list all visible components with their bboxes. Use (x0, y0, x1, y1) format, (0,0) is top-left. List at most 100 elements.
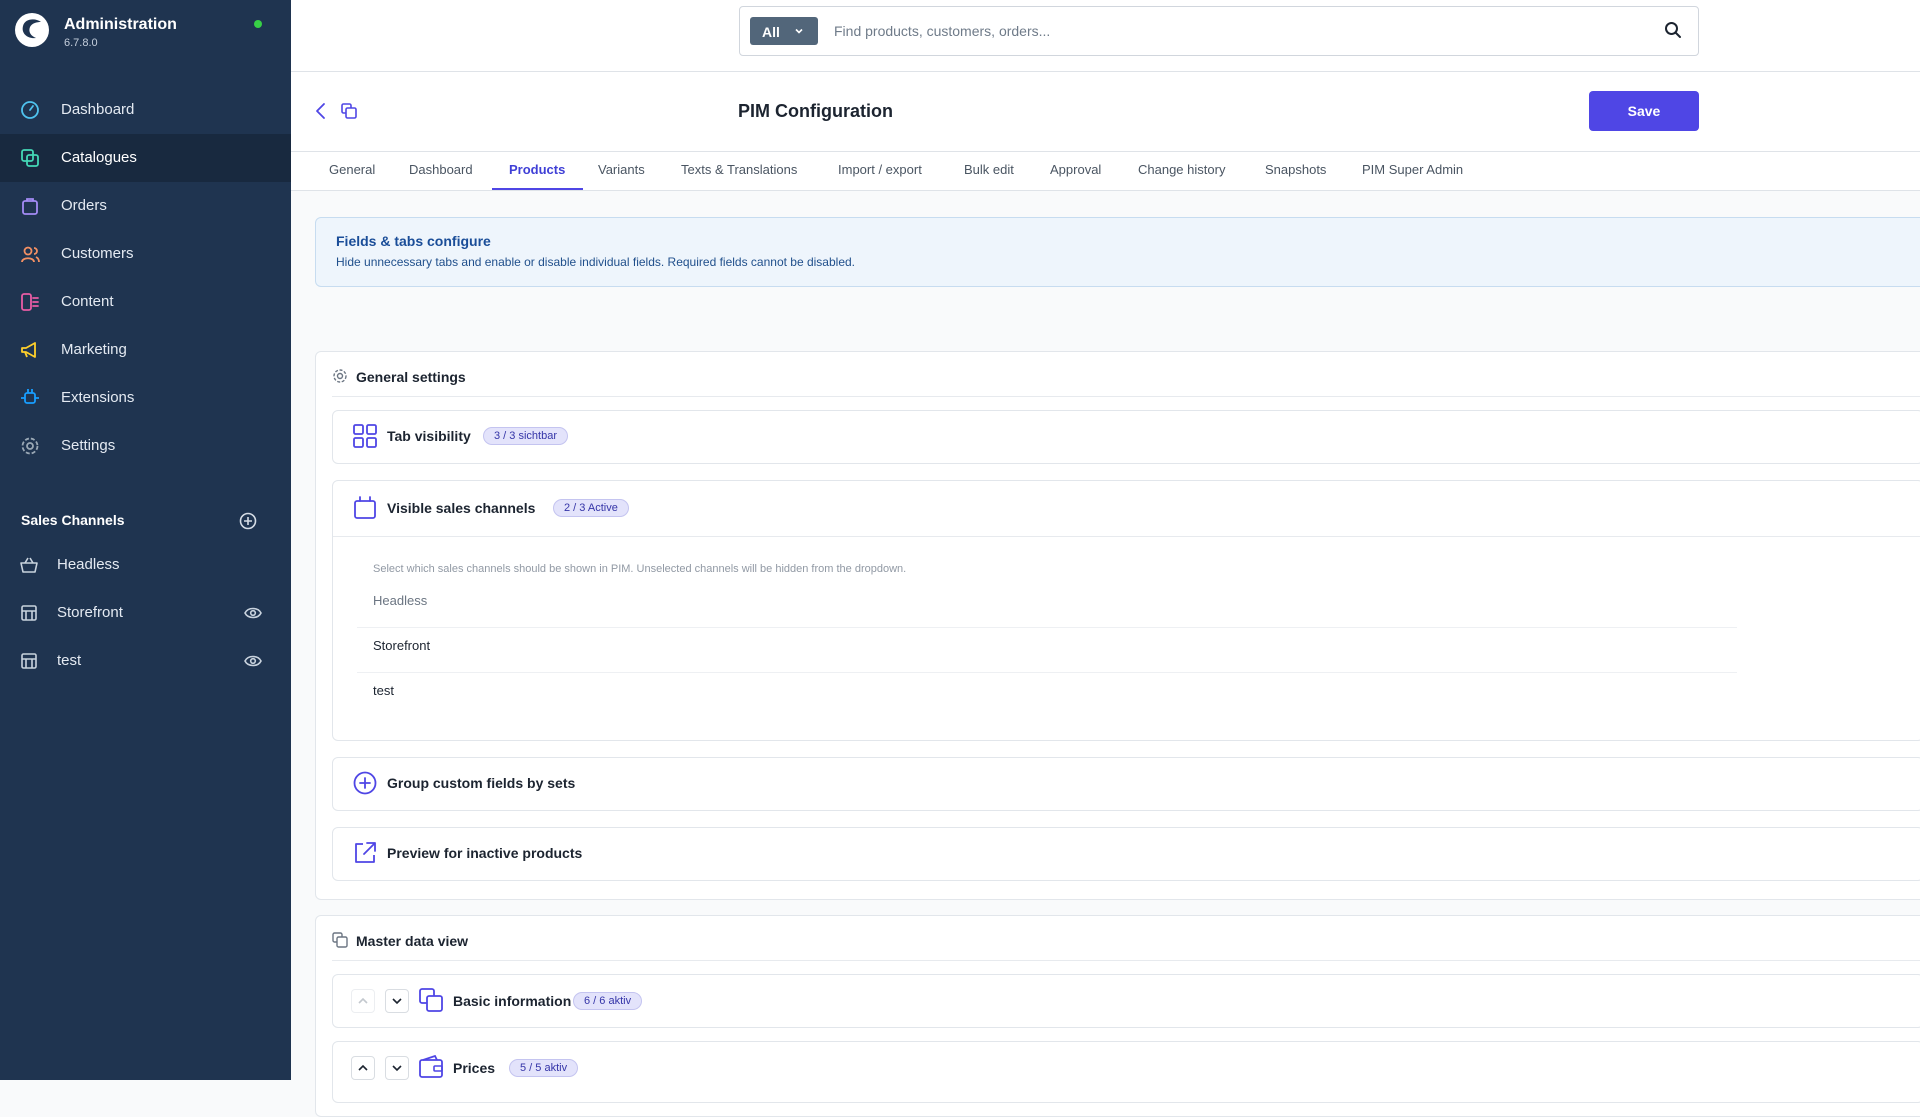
nav-item-dashboard[interactable]: Dashboard (0, 86, 291, 134)
nav-label: Customers (61, 245, 134, 262)
preview-inactive-label: Preview for inactive products (387, 845, 583, 861)
brand-version: 6.7.8.0 (64, 37, 98, 49)
move-down-button[interactable] (385, 1056, 409, 1080)
chevron-down-icon (392, 998, 402, 1005)
dashboard-icon (21, 101, 39, 119)
copy-icon (332, 932, 348, 948)
nav-item-content[interactable]: Content (0, 278, 291, 326)
sales-channels-title: Sales Channels (21, 512, 125, 528)
tab-visibility-badge: 3 / 3 sichtbar (483, 427, 568, 445)
gear-icon (333, 369, 347, 383)
customers-icon (21, 246, 40, 263)
nav-label: Orders (61, 197, 107, 214)
storefront-icon (21, 605, 37, 621)
duplicate-icon[interactable] (340, 102, 358, 120)
active-tab-indicator (492, 188, 583, 190)
marketing-icon (21, 342, 36, 358)
search-input[interactable] (832, 19, 1636, 43)
basket-icon (20, 557, 38, 573)
brand: Administration 6.7.8.0 (14, 12, 274, 56)
save-button[interactable]: Save (1589, 91, 1699, 131)
content-icon (21, 293, 39, 311)
tab-products[interactable]: Products (509, 162, 565, 177)
tab-import-export[interactable]: Import / export (838, 162, 922, 177)
global-search: All (739, 6, 1699, 56)
info-text: Hide unnecessary tabs and enable or disa… (336, 255, 855, 269)
move-up-button[interactable] (351, 989, 375, 1013)
visible-sales-channels-panel: Visible sales channels 2 / 3 Active Sele… (332, 480, 1920, 741)
nav-label: Settings (61, 437, 116, 454)
search-type-label: All (762, 24, 780, 40)
tab-approval[interactable]: Approval (1050, 162, 1101, 177)
shopware-logo-icon (15, 13, 49, 47)
group-custom-fields-row[interactable]: Group custom fields by sets (332, 757, 1920, 811)
group-custom-fields-label: Group custom fields by sets (387, 775, 576, 791)
tab-change-history[interactable]: Change history (1138, 162, 1225, 177)
external-link-icon (355, 842, 376, 863)
sales-channel-label: test (57, 652, 82, 669)
back-arrow-icon[interactable] (312, 102, 330, 120)
divider (332, 396, 1920, 397)
nav-item-marketing[interactable]: Marketing (0, 326, 291, 374)
tab-pim-super-admin[interactable]: PIM Super Admin (1362, 162, 1463, 177)
nav-item-customers[interactable]: Customers (0, 230, 291, 278)
sales-channels-help-text: Select which sales channels should be sh… (373, 563, 907, 575)
eye-icon[interactable] (244, 606, 262, 620)
sales-channel-headless[interactable]: Headless (0, 541, 291, 589)
plus-circle-icon (353, 771, 377, 795)
nav-label: Marketing (61, 341, 127, 358)
nav-item-catalogues[interactable]: Catalogues (0, 134, 291, 182)
tab-variants[interactable]: Variants (598, 162, 645, 177)
divider (357, 627, 1737, 628)
grid-icon (353, 424, 377, 448)
chevron-up-icon (358, 1064, 368, 1071)
tab-visibility-row[interactable]: Tab visibility 3 / 3 sichtbar (332, 410, 1920, 464)
tab-general[interactable]: General (329, 162, 375, 177)
nav-item-extensions[interactable]: Extensions (0, 374, 291, 422)
chevron-up-icon (358, 997, 368, 1004)
prices-row[interactable]: Prices 5 / 5 aktiv (332, 1041, 1920, 1103)
preview-inactive-row[interactable]: Preview for inactive products (332, 827, 1920, 881)
storefront-icon (21, 653, 37, 669)
brand-title: Administration (64, 16, 177, 33)
eye-icon[interactable] (244, 654, 262, 668)
basic-information-label: Basic information (453, 993, 572, 1009)
tab-texts-translations[interactable]: Texts & Translations (681, 162, 797, 177)
page-title: PIM Configuration (738, 101, 893, 121)
main-nav: Dashboard Catalogues Orders Customers Co… (0, 86, 291, 470)
visible-sales-channels-badge: 2 / 3 Active (553, 499, 629, 517)
nav-label: Catalogues (61, 149, 137, 166)
extensions-icon (21, 389, 39, 404)
nav-label: Dashboard (61, 101, 135, 118)
settings-icon (21, 437, 39, 455)
general-settings-title: General settings (356, 369, 466, 385)
tab-bulk-edit[interactable]: Bulk edit (964, 162, 1014, 177)
divider (332, 960, 1920, 961)
visible-sales-channels-label[interactable]: Visible sales channels (387, 500, 535, 516)
sales-channel-list: Headless Storefront test (0, 541, 291, 685)
prices-label: Prices (453, 1060, 496, 1076)
tab-dashboard[interactable]: Dashboard (409, 162, 473, 177)
tab-snapshots[interactable]: Snapshots (1265, 162, 1326, 177)
page-header: PIM Configuration Save (291, 72, 1920, 152)
sales-channel-storefront[interactable]: Storefront (0, 589, 291, 637)
general-settings-card: General settings Tab visibility 3 / 3 si… (315, 351, 1920, 900)
move-up-button[interactable] (351, 1056, 375, 1080)
channel-option-storefront[interactable]: Storefront (373, 638, 430, 653)
tab-bar: General Dashboard Products Variants Text… (291, 152, 1920, 191)
sales-channel-label: Storefront (57, 604, 123, 621)
add-sales-channel-icon[interactable] (239, 512, 257, 530)
search-icon[interactable] (1664, 21, 1682, 39)
nav-item-orders[interactable]: Orders (0, 182, 291, 230)
tab-visibility-label: Tab visibility (387, 428, 471, 444)
sales-channel-test[interactable]: test (0, 637, 291, 685)
channel-option-headless[interactable]: Headless (373, 593, 427, 608)
sidebar: Administration 6.7.8.0 Dashboard Catalog… (0, 0, 291, 1080)
nav-item-settings[interactable]: Settings (0, 422, 291, 470)
channel-option-test[interactable]: test (373, 683, 394, 698)
move-down-button[interactable] (385, 989, 409, 1013)
basic-information-row[interactable]: Basic information 6 / 6 aktiv (332, 974, 1920, 1028)
master-data-title: Master data view (356, 933, 469, 949)
search-type-select[interactable]: All (750, 17, 818, 45)
basic-information-badge: 6 / 6 aktiv (573, 992, 643, 1010)
